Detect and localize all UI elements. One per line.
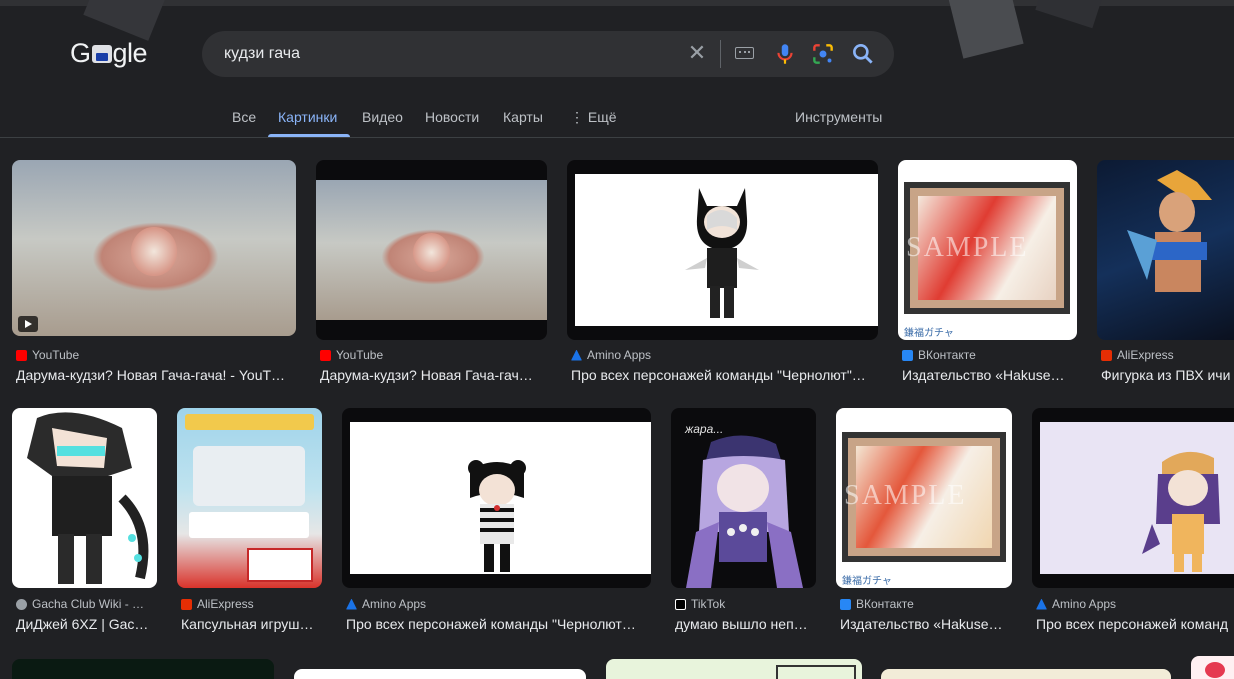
result-source[interactable]: TikTok	[675, 597, 725, 611]
ballot-box-icon	[91, 44, 112, 63]
result-source[interactable]: AliExpress	[181, 597, 254, 611]
search-divider	[720, 40, 721, 68]
tab-images[interactable]: Картинки	[278, 109, 337, 125]
image-result[interactable]: AliExpress Капсульная игруш…	[177, 408, 322, 638]
image-result[interactable]: жара... TikTok думаю вышло неп…	[671, 408, 816, 638]
play-icon	[18, 316, 38, 332]
image-result[interactable]: Gacha Club Wiki - … ДиДжей 6XZ | Gac…	[12, 408, 157, 638]
more-vert-icon: ⋮	[570, 109, 588, 125]
vk-icon	[902, 349, 913, 361]
result-source[interactable]: AliExpress	[1101, 348, 1174, 362]
result-thumbnail[interactable]	[12, 659, 274, 679]
result-title[interactable]: Про всех персонажей команд	[1036, 616, 1234, 632]
doodle-shape	[1035, 0, 1105, 29]
image-result[interactable]: YouTube Дарума-кудзи? Новая Гача-гача! -…	[12, 160, 296, 390]
gacha-character-image	[1142, 451, 1220, 572]
image-result[interactable]	[1191, 656, 1234, 679]
tab-more[interactable]: ⋮ Ещё	[570, 109, 617, 126]
result-thumbnail[interactable]	[12, 408, 157, 588]
image-result[interactable]: Amino Apps Про всех персонажей команды "…	[342, 408, 651, 638]
gacha-character-image	[468, 460, 526, 572]
result-thumbnail[interactable]	[1097, 160, 1234, 340]
result-title[interactable]: Фигурка из ПВХ ичи	[1101, 367, 1234, 383]
doodle-shape	[948, 0, 1024, 59]
tab-news[interactable]: Новости	[425, 109, 479, 125]
image-result[interactable]: SAMPLE 鎌福ガチャ ВКонтакте Издательство «Hak…	[898, 160, 1077, 390]
result-title[interactable]: думаю вышло неп…	[675, 616, 815, 632]
vk-icon	[840, 598, 851, 610]
aliexpress-icon	[181, 598, 192, 610]
result-source[interactable]: YouTube	[16, 348, 79, 362]
result-source[interactable]: Gacha Club Wiki - …	[16, 597, 144, 611]
brand-tag: 鎌福ガチャ	[842, 576, 892, 587]
google-logo[interactable]: Ggle	[70, 38, 148, 69]
result-source[interactable]: ВКонтакте	[902, 348, 976, 362]
search-box[interactable]: кудзи гача ✕	[202, 31, 894, 77]
search-icon[interactable]	[850, 41, 876, 67]
result-title[interactable]: Издательство «Hakuse…	[840, 616, 1011, 632]
tab-all[interactable]: Все	[232, 109, 256, 125]
search-input[interactable]: кудзи гача	[224, 45, 300, 63]
image-result[interactable]	[606, 659, 862, 679]
image-result[interactable]	[881, 669, 1171, 679]
brand-tag: 鎌福ガチャ	[904, 328, 954, 339]
image-result[interactable]: YouTube Дарума-кудзи? Новая Гача-гач…	[316, 160, 547, 390]
image-result[interactable]	[294, 669, 586, 679]
result-title[interactable]: ДиДжей 6XZ | Gac…	[16, 616, 156, 632]
tab-maps[interactable]: Карты	[503, 109, 543, 125]
result-thumbnail[interactable]	[567, 160, 878, 340]
result-source[interactable]: YouTube	[320, 348, 383, 362]
gacha-character-image	[685, 188, 759, 318]
gacha-character-image	[27, 412, 149, 584]
figure-image	[1127, 170, 1212, 292]
result-thumbnail[interactable]	[881, 669, 1171, 679]
result-source[interactable]: Amino Apps	[346, 597, 426, 611]
sample-watermark: SAMPLE	[906, 232, 1029, 263]
image-result[interactable]: AliExpress Фигурка из ПВХ ичи	[1097, 160, 1234, 390]
result-source[interactable]: ВКонтакте	[840, 597, 914, 611]
result-thumbnail[interactable]	[177, 408, 322, 588]
result-title[interactable]: Дарума-кудзи? Новая Гача-гача! - YouT…	[16, 367, 296, 383]
image-result[interactable]: Amino Apps Про всех персонажей команд	[1032, 408, 1234, 638]
tab-videos[interactable]: Видео	[362, 109, 403, 125]
google-lens-icon[interactable]	[810, 41, 836, 67]
wiki-icon	[16, 598, 27, 610]
youtube-icon	[320, 349, 331, 361]
result-title[interactable]: Дарума-кудзи? Новая Гача-гач…	[320, 367, 546, 383]
result-source[interactable]: Amino Apps	[1036, 597, 1116, 611]
result-thumbnail[interactable]: SAMPLE 鎌福ガチャ	[836, 408, 1012, 588]
keyboard-icon[interactable]	[735, 47, 754, 59]
result-thumbnail[interactable]	[316, 160, 547, 340]
result-title[interactable]: Капсульная игруш…	[181, 616, 321, 632]
amino-icon	[346, 598, 357, 610]
image-result[interactable]: SAMPLE 鎌福ガチャ ВКонтакте Издательство «Hak…	[836, 408, 1012, 638]
result-thumbnail[interactable]	[342, 408, 651, 588]
result-source[interactable]: Amino Apps	[571, 348, 651, 362]
result-title[interactable]: Про всех персонажей команды "Чернолют"…	[571, 367, 877, 383]
result-thumbnail[interactable]: SAMPLE 鎌福ガチャ	[898, 160, 1077, 340]
result-thumbnail[interactable]	[294, 669, 586, 679]
gacha-character-image	[686, 435, 803, 588]
result-thumbnail[interactable]	[606, 659, 862, 679]
amino-icon	[1036, 598, 1047, 610]
tools-button[interactable]: Инструменты	[795, 109, 882, 125]
image-result[interactable]: Amino Apps Про всех персонажей команды "…	[567, 160, 878, 390]
doodle-shape	[83, 0, 171, 41]
youtube-icon	[16, 349, 27, 361]
clear-icon[interactable]: ✕	[686, 42, 708, 64]
result-thumbnail[interactable]	[1191, 656, 1234, 679]
amino-icon	[571, 349, 582, 361]
tab-more-label: Ещё	[587, 109, 617, 125]
result-title[interactable]: Издательство «Hakuse…	[902, 367, 1076, 383]
sample-watermark: SAMPLE	[844, 480, 967, 511]
header-divider	[0, 137, 1234, 138]
image-result[interactable]	[12, 659, 274, 679]
result-thumbnail[interactable]	[1032, 408, 1234, 588]
result-thumbnail[interactable]: жара...	[671, 408, 816, 588]
result-title[interactable]: Про всех персонажей команды "Чернолют…	[346, 616, 650, 632]
tiktok-icon	[675, 598, 686, 610]
aliexpress-icon	[1101, 349, 1112, 361]
result-thumbnail[interactable]	[12, 160, 296, 336]
microphone-icon[interactable]	[772, 41, 798, 67]
